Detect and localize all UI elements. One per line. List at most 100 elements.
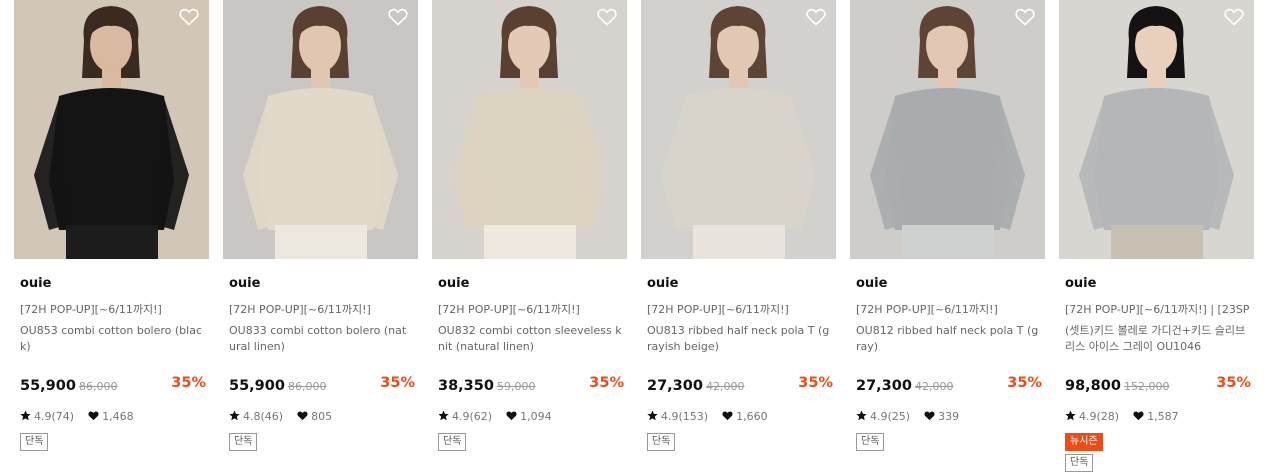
original-price: 86,000	[78, 380, 118, 393]
product-image[interactable]	[850, 0, 1045, 259]
rating-value: 4.9(153)	[661, 410, 709, 423]
star-icon	[438, 410, 449, 421]
wishlist-heart-icon[interactable]	[179, 8, 199, 26]
product-name[interactable]: OU813 ribbed half neck pola T (grayish b…	[647, 323, 831, 355]
rating-value: 4.8(46)	[243, 410, 284, 423]
product-image[interactable]	[641, 0, 836, 259]
price-row: 55,900 86,000 35%	[20, 375, 206, 395]
price-row: 98,800 152,000 35%	[1065, 375, 1251, 395]
discount-rate: 35%	[1216, 375, 1251, 391]
badge-list: 단독	[438, 433, 467, 454]
price-row: 55,900 86,000 35%	[229, 375, 415, 395]
wishlist-heart-icon[interactable]	[388, 8, 408, 26]
badge-list: 뉴시즌 단독	[1065, 433, 1103, 475]
brand-name[interactable]: ouie	[856, 276, 887, 291]
badge-list: 단독	[856, 433, 885, 454]
product-card[interactable]: ouie [72H POP-UP][~6/11까지!] | [23SPRING]…	[1059, 0, 1254, 474]
star-icon	[20, 410, 31, 421]
like-count: 1,094	[520, 410, 552, 423]
product-photo	[641, 0, 836, 259]
product-name[interactable]: (셋트)키드 볼레로 가디건+키드 슬리브리스 아이스 그레이 OU1046	[1065, 323, 1249, 355]
like-count: 805	[311, 410, 333, 423]
heart-filled-icon	[88, 410, 99, 421]
brand-name[interactable]: ouie	[1065, 276, 1096, 291]
product-grid: ouie [72H POP-UP][~6/11까지!] OU853 combi …	[0, 0, 1264, 474]
product-stats: 4.8(46) 805	[229, 410, 332, 423]
like-count: 339	[938, 410, 960, 423]
heart-filled-icon	[297, 410, 308, 421]
product-card[interactable]: ouie [72H POP-UP][~6/11까지!] OU853 combi …	[14, 0, 209, 474]
product-card[interactable]: ouie [72H POP-UP][~6/11까지!] OU813 ribbed…	[641, 0, 836, 474]
heart-filled-icon	[506, 410, 517, 421]
wishlist-heart-icon[interactable]	[1224, 8, 1244, 26]
exclusive-badge: 단독	[20, 433, 49, 451]
wishlist-heart-icon[interactable]	[806, 8, 826, 26]
heart-filled-icon	[1133, 410, 1144, 421]
discount-rate: 35%	[589, 375, 624, 391]
wishlist-heart-icon[interactable]	[597, 8, 617, 26]
exclusive-badge: 단독	[1065, 454, 1094, 472]
exclusive-badge: 단독	[856, 433, 885, 451]
original-price: 42,000	[705, 380, 745, 393]
sale-price: 38,350	[438, 378, 494, 394]
brand-name[interactable]: ouie	[20, 276, 51, 291]
star-icon	[856, 410, 867, 421]
brand-name[interactable]: ouie	[438, 276, 469, 291]
product-photo	[432, 0, 627, 259]
brand-name[interactable]: ouie	[229, 276, 260, 291]
discount-rate: 35%	[1007, 375, 1042, 391]
product-photo	[223, 0, 418, 259]
like-count: 1,468	[102, 410, 134, 423]
product-image[interactable]	[432, 0, 627, 259]
sale-price: 55,900	[229, 378, 285, 394]
original-price: 152,000	[1123, 380, 1170, 393]
product-card[interactable]: ouie [72H POP-UP][~6/11까지!] OU812 ribbed…	[850, 0, 1045, 474]
original-price: 86,000	[287, 380, 327, 393]
badge-list: 단독	[229, 433, 258, 454]
product-card[interactable]: ouie [72H POP-UP][~6/11까지!] OU832 combi …	[432, 0, 627, 474]
rating-value: 4.9(25)	[870, 410, 911, 423]
wishlist-heart-icon[interactable]	[1015, 8, 1035, 26]
heart-filled-icon	[722, 410, 733, 421]
promo-text: [72H POP-UP][~6/11까지!]	[856, 303, 998, 316]
badge-list: 단독	[647, 433, 676, 454]
promo-text: [72H POP-UP][~6/11까지!] | [23SPRING]	[1065, 303, 1249, 316]
badge-list: 단독	[20, 433, 49, 454]
product-photo	[850, 0, 1045, 259]
brand-name[interactable]: ouie	[647, 276, 678, 291]
discount-rate: 35%	[171, 375, 206, 391]
product-photo	[14, 0, 209, 259]
product-photo	[1059, 0, 1254, 259]
original-price: 42,000	[914, 380, 954, 393]
promo-text: [72H POP-UP][~6/11까지!]	[647, 303, 789, 316]
rating-value: 4.9(74)	[34, 410, 75, 423]
star-icon	[1065, 410, 1076, 421]
rating-value: 4.9(28)	[1079, 410, 1120, 423]
price-row: 27,300 42,000 35%	[856, 375, 1042, 395]
sale-price: 55,900	[20, 378, 76, 394]
product-name[interactable]: OU853 combi cotton bolero (black)	[20, 323, 204, 355]
price-row: 27,300 42,000 35%	[647, 375, 833, 395]
original-price: 59,000	[496, 380, 536, 393]
sale-price: 98,800	[1065, 378, 1121, 394]
promo-text: [72H POP-UP][~6/11까지!]	[229, 303, 371, 316]
discount-rate: 35%	[380, 375, 415, 391]
sale-price: 27,300	[647, 378, 703, 394]
product-stats: 4.9(28) 1,587	[1065, 410, 1179, 423]
product-stats: 4.9(62) 1,094	[438, 410, 552, 423]
product-stats: 4.9(74) 1,468	[20, 410, 134, 423]
product-image[interactable]	[1059, 0, 1254, 259]
product-card[interactable]: ouie [72H POP-UP][~6/11까지!] OU833 combi …	[223, 0, 418, 474]
product-name[interactable]: OU833 combi cotton bolero (natural linen…	[229, 323, 413, 355]
rating-value: 4.9(62)	[452, 410, 493, 423]
product-stats: 4.9(25) 339	[856, 410, 959, 423]
promo-text: [72H POP-UP][~6/11까지!]	[438, 303, 580, 316]
like-count: 1,660	[736, 410, 768, 423]
product-image[interactable]	[223, 0, 418, 259]
product-name[interactable]: OU832 combi cotton sleeveless knit (natu…	[438, 323, 622, 355]
product-image[interactable]	[14, 0, 209, 259]
exclusive-badge: 단독	[229, 433, 258, 451]
star-icon	[229, 410, 240, 421]
product-name[interactable]: OU812 ribbed half neck pola T (gray)	[856, 323, 1040, 355]
product-stats: 4.9(153) 1,660	[647, 410, 768, 423]
